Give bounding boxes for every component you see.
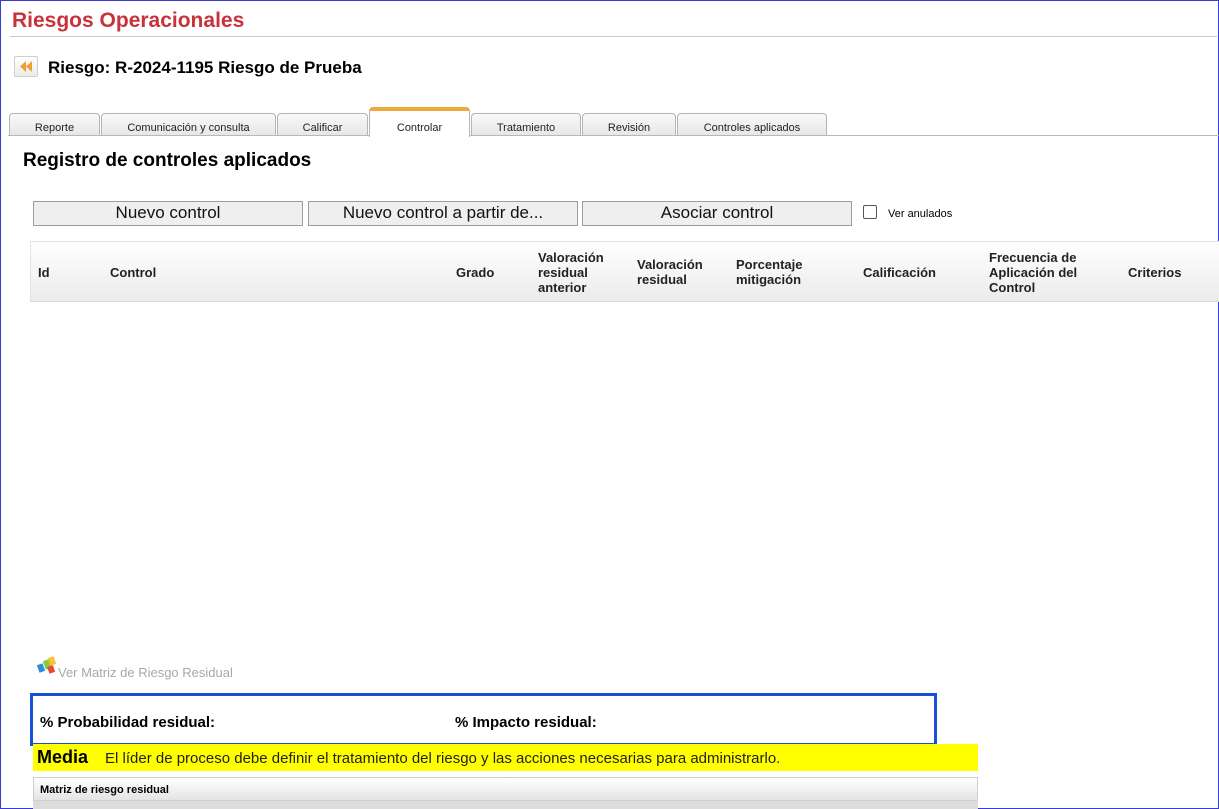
new-control-button[interactable]: Nuevo control: [33, 201, 303, 226]
tab-controlar[interactable]: Controlar: [369, 107, 470, 137]
col-criterios[interactable]: Criterios: [1128, 265, 1181, 280]
residual-probability-label: % Probabilidad residual:: [40, 714, 216, 731]
col-control[interactable]: Control: [110, 265, 156, 280]
tab-bar: Reporte Comunicación y consulta Califica…: [0, 106, 1219, 137]
col-calificacion[interactable]: Calificación: [863, 265, 936, 280]
residual-matrix-body: [33, 801, 978, 809]
residual-matrix-header: Matriz de riesgo residual: [33, 777, 978, 801]
risk-title: Riesgo: R-2024-1195 Riesgo de Prueba: [48, 58, 362, 77]
title-divider: [10, 36, 1217, 37]
show-voided-label: Ver anulados: [888, 208, 953, 220]
risk-level-value: Media: [37, 747, 89, 767]
matrix-chart-icon: [36, 656, 57, 674]
associate-control-button[interactable]: Asociar control: [582, 201, 852, 226]
col-grado[interactable]: Grado: [456, 265, 494, 280]
tab-comunicacion[interactable]: Comunicación y consulta: [101, 113, 276, 136]
tab-reporte[interactable]: Reporte: [9, 113, 100, 136]
col-valoracion-residual[interactable]: Valoración residual: [637, 257, 717, 287]
col-valoracion-anterior[interactable]: Valoración residual anterior: [538, 250, 616, 295]
risk-level-message: El líder de proceso debe definir el trat…: [105, 750, 781, 767]
back-button[interactable]: [14, 56, 38, 77]
tabs-divider: [8, 135, 1219, 136]
tab-revision[interactable]: Revisión: [582, 113, 676, 136]
double-chevron-left-icon: [20, 61, 32, 72]
col-frecuencia[interactable]: Frecuencia de Aplicación del Control: [989, 250, 1095, 295]
app-title: Riesgos Operacionales: [12, 9, 245, 32]
view-residual-matrix-label: Ver Matriz de Riesgo Residual: [58, 665, 233, 680]
show-voided-checkbox[interactable]: [863, 205, 877, 219]
risk-level-banner: Media El líder de proceso debe definir e…: [33, 744, 978, 771]
tab-controles-aplicados[interactable]: Controles aplicados: [677, 113, 827, 136]
tab-tratamiento[interactable]: Tratamiento: [471, 113, 581, 136]
residual-impact-label: % Impacto residual:: [455, 714, 597, 731]
col-id[interactable]: Id: [38, 265, 50, 280]
controls-table-header: Id Control Grado Valoración residual ant…: [30, 241, 1219, 302]
tab-calificar[interactable]: Calificar: [277, 113, 368, 136]
new-control-from-button[interactable]: Nuevo control a partir de...: [308, 201, 578, 226]
section-title: Registro de controles aplicados: [23, 150, 312, 171]
col-porcentaje-mitigacion[interactable]: Porcentaje mitigación: [736, 257, 820, 287]
